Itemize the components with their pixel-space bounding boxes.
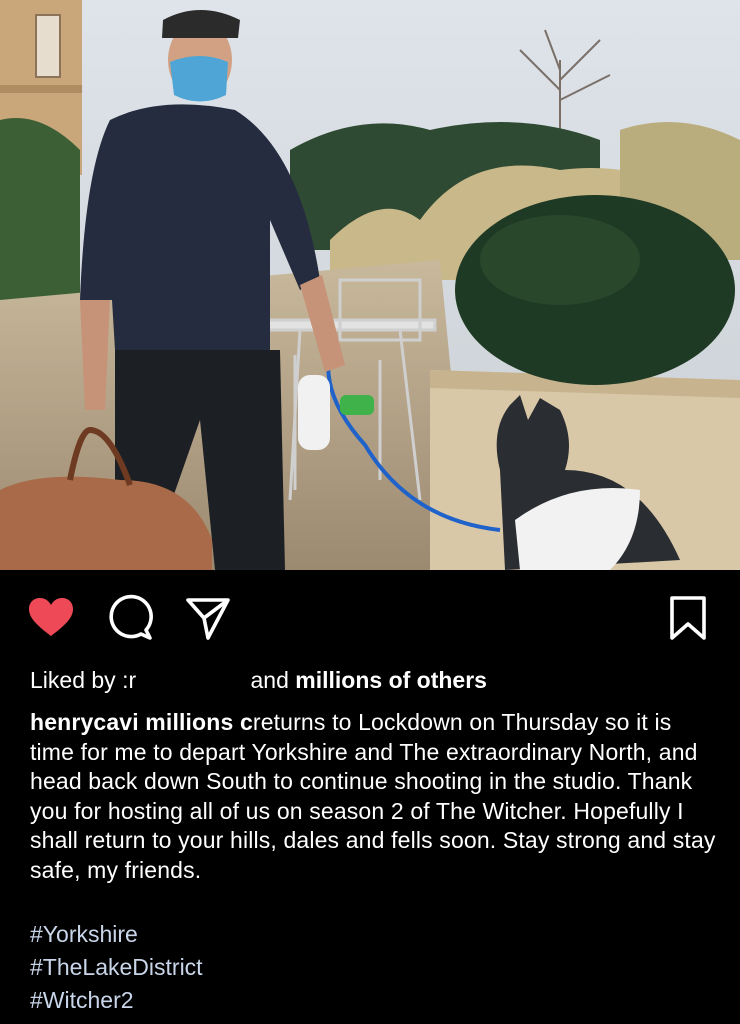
hashtag-witcher2[interactable]: #Witcher2 <box>30 984 203 1017</box>
hashtag-list: #Yorkshire #TheLakeDistrict #Witcher2 <box>30 918 203 1017</box>
post-photo-illustration <box>0 0 740 570</box>
post-actions-bar <box>0 570 740 665</box>
liked-by-partial-user[interactable]: :r <box>122 667 136 693</box>
caption-username[interactable]: henrycavi <box>30 709 139 735</box>
bookmark-icon[interactable] <box>664 594 712 642</box>
liked-by-and: and <box>250 667 289 693</box>
caption-overlay-text: millions c <box>145 709 253 735</box>
comment-bubble-icon[interactable] <box>106 594 154 642</box>
post-photo[interactable] <box>0 0 740 570</box>
liked-by-prefix: Liked by <box>30 667 116 693</box>
paper-plane-icon[interactable] <box>184 594 232 642</box>
post-caption: henrycavi millions creturns to Lockdown … <box>30 708 720 886</box>
caption-text: returns to Lockdown on Thursday so it is… <box>30 709 716 883</box>
hashtag-thelakedistrict[interactable]: #TheLakeDistrict <box>30 951 203 984</box>
hashtag-yorkshire[interactable]: #Yorkshire <box>30 918 203 951</box>
likes-summary[interactable]: Liked by :r and millions of others <box>30 666 487 694</box>
liked-by-others[interactable]: millions of others <box>295 667 487 693</box>
heart-filled-icon[interactable] <box>27 594 75 642</box>
